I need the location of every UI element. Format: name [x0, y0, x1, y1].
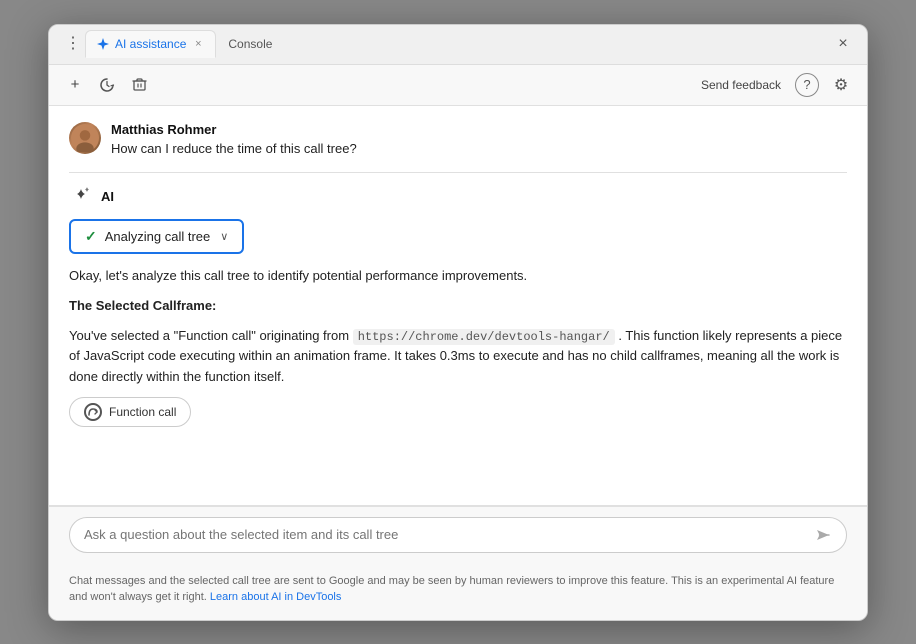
ai-label: AI [101, 189, 114, 204]
input-area [69, 517, 847, 553]
ai-url: https://chrome.dev/devtools-hangar/ [353, 329, 615, 345]
avatar [69, 122, 101, 154]
title-bar: ⋮ AI assistance × Console × [49, 25, 867, 65]
ai-icon [69, 185, 93, 209]
ai-section: The Selected Callframe: [69, 296, 847, 316]
chevron-down-icon: ∨ [220, 230, 228, 243]
menu-dots-button[interactable]: ⋮ [61, 36, 85, 52]
input-wrapper [49, 507, 867, 565]
help-button[interactable]: ? [795, 73, 819, 97]
user-content: Matthias Rohmer How can I reduce the tim… [111, 122, 847, 156]
settings-button[interactable]: ⚙ [827, 71, 855, 99]
tab-console[interactable]: Console [218, 31, 282, 57]
divider [69, 172, 847, 173]
ai-body-part1: You've selected a "Function call" origin… [69, 328, 349, 343]
chat-area: Matthias Rohmer How can I reduce the tim… [49, 106, 867, 506]
ai-intro: Okay, let's analyze this call tree to id… [69, 266, 847, 286]
user-message-text: How can I reduce the time of this call t… [111, 141, 847, 156]
history-button[interactable] [93, 71, 121, 99]
function-call-icon [84, 403, 102, 421]
tab-ai-assistance-label: AI assistance [115, 37, 186, 51]
input-footer: Chat messages and the selected call tree… [49, 506, 867, 620]
window-close-button[interactable]: × [831, 32, 855, 56]
new-chat-button[interactable]: + [61, 71, 89, 99]
function-call-label: Function call [109, 405, 176, 419]
user-name: Matthias Rohmer [111, 122, 847, 137]
ai-intro-text: Okay, let's analyze this call tree to id… [69, 268, 527, 283]
footer-text: Chat messages and the selected call tree… [49, 565, 867, 620]
tab-ai-assistance[interactable]: AI assistance × [85, 30, 216, 58]
tab-bar: AI assistance × Console [85, 30, 831, 58]
devtools-window: ⋮ AI assistance × Console × + [48, 24, 868, 621]
ai-header: AI [69, 185, 847, 209]
footer-learn-link[interactable]: Learn about AI in DevTools [210, 591, 341, 603]
ai-tab-icon [96, 37, 110, 51]
ai-body-text: You've selected a "Function call" origin… [69, 326, 847, 387]
chat-input[interactable] [84, 527, 806, 542]
title-bar-right: × [831, 32, 855, 56]
footer-main-text: Chat messages and the selected call tree… [69, 575, 834, 604]
tab-ai-assistance-close[interactable]: × [191, 37, 205, 51]
user-message: Matthias Rohmer How can I reduce the tim… [69, 122, 847, 156]
check-icon: ✓ [85, 228, 97, 245]
send-button[interactable] [814, 526, 832, 544]
ai-section-title: The Selected Callframe: [69, 298, 216, 313]
tab-console-label: Console [228, 37, 272, 51]
ai-message: AI ✓ Analyzing call tree ∨ Okay, let's a… [69, 185, 847, 443]
function-call-badge[interactable]: Function call [69, 397, 191, 427]
delete-button[interactable] [125, 71, 153, 99]
toolbar: + Send feedback ? ⚙ [49, 65, 867, 106]
analyzing-text: Analyzing call tree [105, 229, 211, 244]
analyzing-box[interactable]: ✓ Analyzing call tree ∨ [69, 219, 244, 254]
toolbar-right: Send feedback ? ⚙ [695, 71, 855, 99]
send-feedback-button[interactable]: Send feedback [695, 74, 787, 96]
